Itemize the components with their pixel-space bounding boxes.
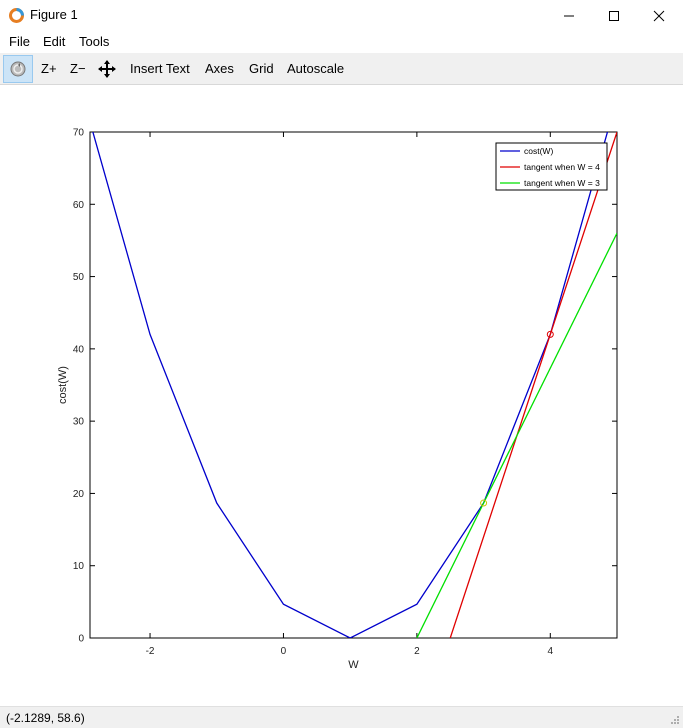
axes-button[interactable]: Axes — [205, 57, 234, 81]
zoom-in-button[interactable]: Z+ — [41, 57, 57, 81]
axes-box — [89, 131, 618, 639]
minimize-icon — [564, 15, 574, 16]
rotate-icon — [10, 61, 26, 77]
menu-bar: File Edit Tools — [0, 31, 683, 53]
chart-svg[interactable]: -2 0 2 4010203040506070Wcost(W)cost(W)tange… — [0, 86, 683, 706]
rotate-button[interactable] — [3, 55, 33, 83]
figure-canvas[interactable]: -2 0 2 4 0 10 20 30 40 50 60 70 Wcost(W) cost(W) tange… — [0, 86, 683, 706]
figure-toolbar: Z+ Z− Insert Text Axes Grid Autoscale — [0, 53, 683, 85]
legend-label-1: cost(W) — [524, 146, 553, 156]
y-tick-label: 30 — [73, 417, 85, 428]
legend-label-3: tangent when W = 3 — [524, 178, 600, 188]
menu-edit[interactable]: Edit — [43, 34, 65, 49]
window-title: Figure 1 — [30, 7, 78, 22]
maximize-button[interactable] — [591, 0, 637, 31]
title-bar: Figure 1 — [0, 0, 683, 31]
cursor-coordinates: (-2.1289, 58.6) — [6, 711, 85, 725]
x-tick-label: -2 — [146, 646, 155, 657]
zoom-out-button[interactable]: Z− — [70, 57, 86, 81]
octave-logo-icon — [9, 8, 24, 23]
x-tick-label: 4 — [548, 646, 554, 657]
insert-text-button[interactable]: Insert Text — [130, 57, 190, 81]
y-tick-label: 20 — [73, 489, 85, 500]
y-tick-label: 60 — [73, 200, 85, 211]
y-axis-label: cost(W) — [57, 366, 69, 404]
minimize-button[interactable] — [546, 0, 592, 31]
y-tick-label: 10 — [73, 561, 85, 572]
y-tick-label: 0 — [78, 634, 84, 645]
y-tick-label: 50 — [73, 272, 85, 283]
close-icon — [653, 10, 665, 21]
legend-label-2: tangent when W = 4 — [524, 162, 600, 172]
x-axis-label: W — [348, 659, 359, 671]
y-tick-label: 70 — [73, 128, 85, 139]
status-bar: (-2.1289, 58.6) — [0, 706, 683, 728]
maximize-icon — [609, 10, 619, 21]
x-tick-label: 2 — [414, 646, 420, 657]
pan-button[interactable] — [98, 57, 116, 81]
pan-icon — [98, 60, 116, 78]
close-button[interactable] — [636, 0, 682, 31]
y-tick-label: 40 — [73, 344, 85, 355]
autoscale-button[interactable]: Autoscale — [287, 57, 344, 81]
menu-file[interactable]: File — [9, 34, 30, 49]
resize-grip-icon[interactable] — [670, 715, 680, 725]
x-tick-label: 0 — [281, 646, 287, 657]
grid-button[interactable]: Grid — [249, 57, 274, 81]
menu-tools[interactable]: Tools — [79, 34, 109, 49]
